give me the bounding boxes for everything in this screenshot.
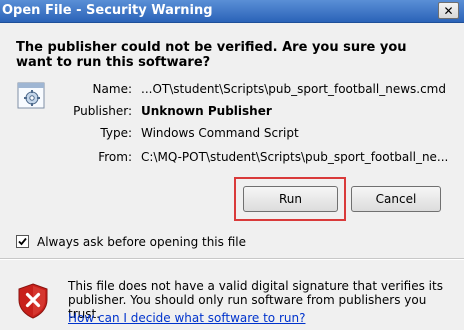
footer-divider-highlight <box>0 259 464 260</box>
from-label: From: <box>98 150 132 164</box>
close-icon: ✕ <box>443 3 454 18</box>
cancel-button-label: Cancel <box>375 192 417 206</box>
publisher-label: Publisher: <box>73 104 132 118</box>
type-label: Type: <box>100 126 132 140</box>
security-shield-icon <box>17 283 49 319</box>
name-value: ...OT\student\Scripts\pub_sport_football… <box>141 82 446 96</box>
name-label: Name: <box>92 82 132 96</box>
always-ask-checkbox[interactable] <box>16 235 29 248</box>
window-title: Open File - Security Warning <box>2 3 213 18</box>
close-button[interactable]: ✕ <box>438 2 459 19</box>
cancel-button[interactable]: Cancel <box>351 186 441 212</box>
checkmark-icon <box>18 237 27 246</box>
type-value: Windows Command Script <box>141 126 299 140</box>
run-button-label: Run <box>278 192 302 206</box>
title-bar: Open File - Security Warning ✕ <box>0 0 464 23</box>
always-ask-label[interactable]: Always ask before opening this file <box>37 235 246 249</box>
help-link[interactable]: How can I decide what software to run? <box>68 311 305 325</box>
publisher-value: Unknown Publisher <box>141 104 272 118</box>
warning-headline: The publisher could not be verified. Are… <box>16 40 407 70</box>
from-value: C:\MQ-POT\student\Scripts\pub_sport_foot… <box>141 150 449 164</box>
run-button[interactable]: Run <box>243 186 338 212</box>
